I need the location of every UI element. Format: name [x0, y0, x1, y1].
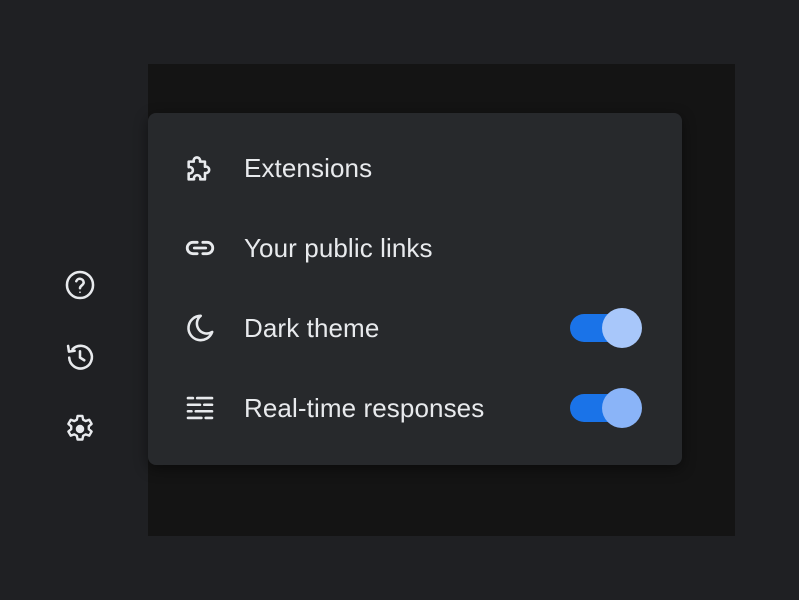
menu-item-extensions[interactable]: Extensions [148, 128, 682, 208]
history-icon[interactable] [62, 339, 98, 375]
toggle-knob [602, 388, 642, 428]
menu-item-label: Real-time responses [244, 392, 485, 423]
menu-item-label: Extensions [244, 152, 373, 183]
dark-theme-toggle[interactable] [570, 308, 642, 348]
link-icon [182, 230, 218, 266]
menu-item-dark-theme[interactable]: Dark theme [148, 288, 682, 368]
settings-menu: Extensions Your public links Dark theme [148, 113, 682, 465]
menu-item-label: Your public links [244, 232, 433, 263]
puzzle-icon [182, 150, 218, 186]
menu-item-realtime-responses[interactable]: Real-time responses [148, 368, 682, 448]
page: Extensions Your public links Dark theme [0, 0, 799, 600]
stream-lines-icon [182, 390, 218, 426]
settings-gear-icon[interactable] [62, 411, 98, 447]
realtime-responses-toggle[interactable] [570, 388, 642, 428]
help-icon[interactable] [62, 267, 98, 303]
toggle-knob [602, 308, 642, 348]
moon-icon [182, 310, 218, 346]
menu-item-label: Dark theme [244, 312, 380, 343]
menu-item-public-links[interactable]: Your public links [148, 208, 682, 288]
